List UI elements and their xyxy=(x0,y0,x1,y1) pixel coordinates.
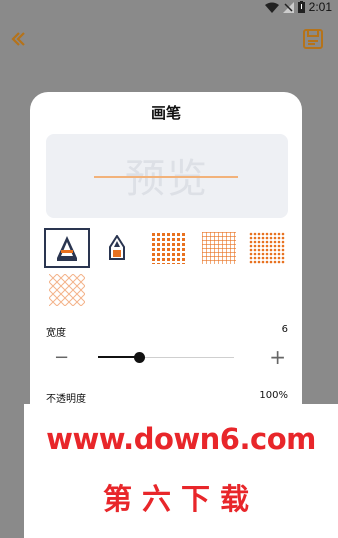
width-slider[interactable]: − + xyxy=(50,345,286,369)
opacity-label: 不透明度 xyxy=(46,394,86,405)
dots-brush-icon xyxy=(151,232,187,264)
status-time: 2:01 xyxy=(308,0,332,14)
banner-url: www.down6.com xyxy=(46,422,316,456)
decrease-width-button[interactable]: − xyxy=(54,347,69,368)
watermark-banner: www.down6.com 第六下载 xyxy=(24,404,338,538)
wifi-icon xyxy=(264,2,279,13)
banner-subtitle: 第六下载 xyxy=(102,482,259,516)
dialog-title: 画笔 xyxy=(150,104,181,122)
status-bar: 2:01 xyxy=(0,0,338,16)
slider-fill xyxy=(98,356,139,358)
crosshatch-brush-icon xyxy=(49,274,85,306)
increase-width-button[interactable]: + xyxy=(269,345,286,369)
brush-option-crosshatch[interactable] xyxy=(44,270,90,310)
slider-track[interactable] xyxy=(98,352,234,363)
width-label: 宽度 xyxy=(46,328,66,339)
cone-brush-icon xyxy=(57,236,77,261)
opacity-row: 不透明度 100% xyxy=(46,390,288,405)
top-bar xyxy=(0,24,338,56)
battery-icon xyxy=(297,1,305,13)
grid-brush-icon xyxy=(202,232,236,264)
status-icons: 2:01 xyxy=(264,0,332,14)
pencil-brush-icon xyxy=(109,235,125,260)
save-icon[interactable] xyxy=(302,28,324,50)
slider-thumb[interactable] xyxy=(133,352,145,363)
opacity-value: 100% xyxy=(259,390,288,401)
brush-option-dense-dots[interactable] xyxy=(244,228,290,268)
brush-option-pencil[interactable] xyxy=(94,228,140,268)
back-icon[interactable] xyxy=(10,30,28,48)
brush-option-grid[interactable] xyxy=(196,228,242,268)
no-signal-icon xyxy=(282,1,294,13)
width-value: 6 xyxy=(281,324,288,335)
dense-dots-brush-icon xyxy=(249,232,285,264)
width-row: 宽度 6 xyxy=(46,324,288,339)
preview-stroke xyxy=(94,176,238,178)
brush-option-cone[interactable] xyxy=(44,228,90,268)
brush-preview: 预览 xyxy=(46,134,288,218)
preview-watermark: 预览 xyxy=(125,156,209,202)
brush-option-dots[interactable] xyxy=(146,228,192,268)
